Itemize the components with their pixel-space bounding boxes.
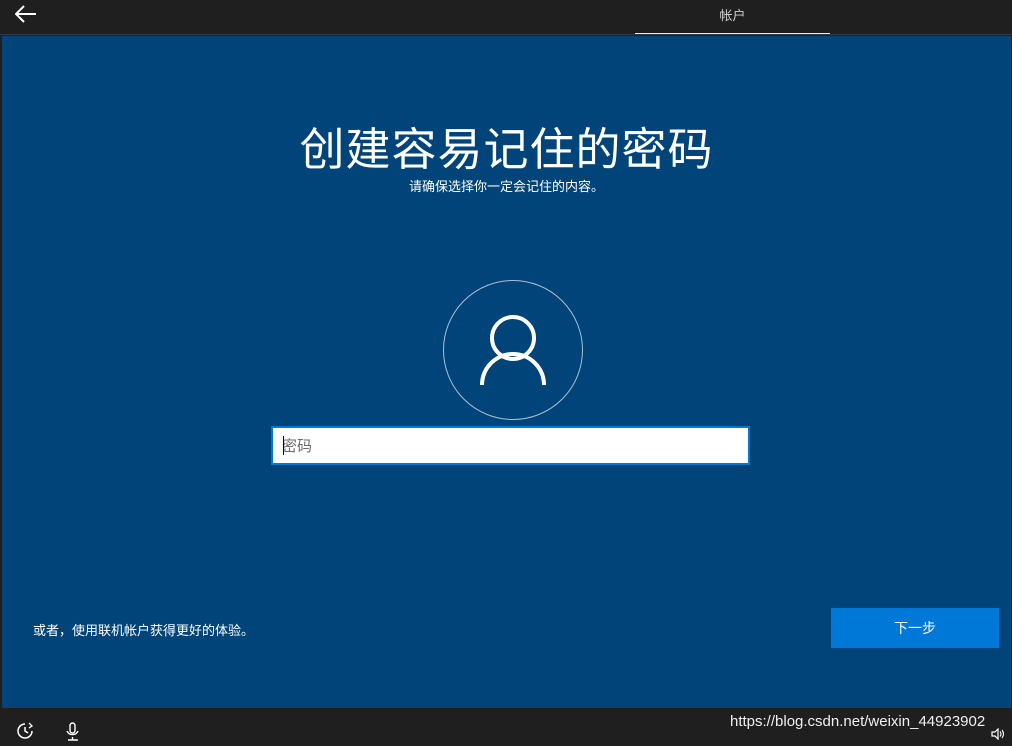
back-button[interactable] xyxy=(8,0,44,30)
volume-icon xyxy=(991,727,1005,741)
avatar xyxy=(443,280,583,420)
microphone-button[interactable] xyxy=(64,722,82,746)
volume-button[interactable] xyxy=(991,725,1005,744)
ease-of-access-icon xyxy=(17,722,34,739)
top-bar: 帐户 xyxy=(0,0,1012,35)
page-subtitle: 请确保选择你一定会记住的内容。 xyxy=(408,180,604,195)
password-field[interactable] xyxy=(271,426,750,465)
top-divider xyxy=(0,34,1012,35)
text-caret xyxy=(283,436,284,455)
ease-of-access-button[interactable] xyxy=(16,722,34,744)
tab-account: 帐户 xyxy=(635,0,830,35)
next-button[interactable]: 下一步 xyxy=(831,608,999,648)
online-account-link[interactable]: 或者，使用联机帐户获得更好的体验。 xyxy=(33,620,254,639)
tab-account-label: 帐户 xyxy=(719,9,746,24)
back-arrow-icon xyxy=(15,5,36,23)
page-title: 创建容易记住的密码 xyxy=(299,123,714,176)
bottom-bar: https://blog.csdn.net/weixin_44923902 xyxy=(0,708,1012,742)
microphone-icon xyxy=(66,722,79,741)
watermark-url: https://blog.csdn.net/weixin_44923902 xyxy=(730,713,986,730)
user-icon xyxy=(480,315,546,386)
oobe-window: 帐户 创建容易记住的密码 请确保选择你一定会记住的内容。 或者，使用联机帐户获得… xyxy=(0,0,1012,742)
